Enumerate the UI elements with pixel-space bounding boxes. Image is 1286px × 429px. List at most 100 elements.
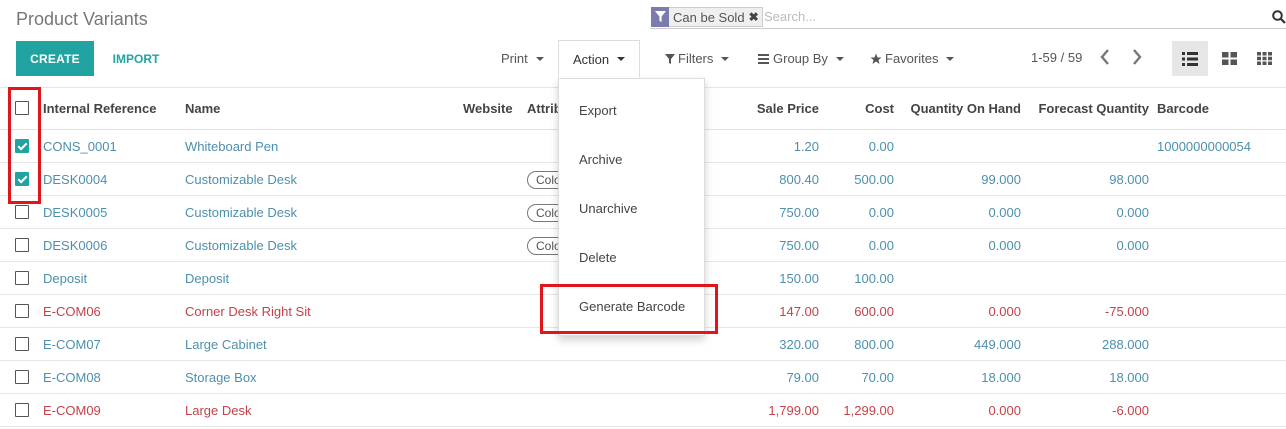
caret-down-icon: [721, 56, 730, 61]
cell-sale-price: 79.00: [786, 370, 819, 385]
menu-item-generate-barcode[interactable]: Generate Barcode: [579, 299, 685, 314]
kanban-view-button[interactable]: [1211, 41, 1247, 76]
cell-forecast-quantity: 288.000: [1102, 337, 1149, 352]
cell-forecast-quantity: 18.000: [1109, 370, 1149, 385]
cell-cost: 0.00: [868, 205, 894, 220]
search-bar[interactable]: Can be Sold ✖: [650, 6, 1286, 29]
cell-forecast-quantity: 0.000: [1116, 238, 1149, 253]
row-checkbox[interactable]: [15, 271, 29, 285]
cell-cost: 0.00: [868, 139, 894, 154]
cell-name: Deposit: [185, 271, 230, 286]
cell-quantity-on-hand: 0.000: [988, 238, 1021, 253]
cell-internal-reference: E-COM08: [43, 370, 101, 385]
select-all-checkbox[interactable]: [15, 101, 29, 115]
cell-quantity-on-hand: 0.000: [988, 403, 1021, 418]
cell-name: Storage Box: [185, 370, 257, 385]
col-internal-reference[interactable]: Internal Reference: [43, 101, 156, 116]
cell-cost: 800.00: [854, 337, 894, 352]
row-checkbox[interactable]: [15, 304, 29, 318]
groupby-dropdown[interactable]: Group By: [758, 41, 844, 76]
search-facet: Can be Sold ✖: [651, 6, 763, 27]
kanban-view-icon: [1221, 52, 1237, 65]
caret-down-icon: [617, 57, 626, 61]
bars-icon: [758, 53, 769, 64]
cell-internal-reference: E-COM09: [43, 403, 101, 418]
cell-name: Customizable Desk: [185, 238, 297, 253]
menu-item-unarchive[interactable]: Unarchive: [579, 201, 638, 216]
cell-quantity-on-hand: 449.000: [974, 337, 1021, 352]
menu-item-delete[interactable]: Delete: [579, 250, 617, 265]
cell-quantity-on-hand: 0.000: [988, 205, 1021, 220]
filter-icon: [651, 6, 669, 27]
col-attributes[interactable]: Attrib: [527, 101, 562, 116]
row-checkbox[interactable]: [15, 337, 29, 351]
row-checkbox[interactable]: [15, 370, 29, 384]
filters-label: Filters: [678, 51, 714, 66]
import-button[interactable]: IMPORT: [100, 41, 172, 76]
col-cost[interactable]: Cost: [865, 101, 894, 116]
grid-view-icon: [1256, 52, 1272, 65]
cell-sale-price: 1.20: [793, 139, 819, 154]
col-quantity-on-hand[interactable]: Quantity On Hand: [911, 101, 1022, 116]
cell-forecast-quantity: 98.000: [1109, 172, 1149, 187]
col-website[interactable]: Website: [463, 101, 513, 116]
cell-cost: 100.00: [854, 271, 894, 286]
list-view-button[interactable]: [1172, 41, 1208, 76]
cell-forecast-quantity: -6.000: [1112, 403, 1149, 418]
close-icon[interactable]: ✖: [749, 10, 762, 24]
row-checkbox[interactable]: [15, 238, 29, 252]
grid-view-button[interactable]: [1246, 41, 1282, 76]
create-button[interactable]: CREATE: [16, 41, 94, 76]
cell-cost: 70.00: [861, 370, 894, 385]
chevron-left-icon[interactable]: [1099, 48, 1111, 69]
menu-item-export[interactable]: Export: [579, 103, 617, 118]
row-checkbox[interactable]: [15, 403, 29, 417]
chevron-right-icon[interactable]: [1131, 48, 1143, 69]
table-row[interactable]: E-COM09 Large Desk 1,799.00 1,299.00 0.000 -6…: [0, 394, 1286, 427]
col-forecast-quantity[interactable]: Forecast Quantity: [1038, 101, 1149, 116]
row-checkbox[interactable]: [15, 205, 29, 219]
cell-internal-reference: E-COM06: [43, 304, 101, 319]
cell-barcode: 1000000000054: [1157, 139, 1251, 154]
cell-name: Whiteboard Pen: [185, 139, 279, 154]
cell-name: Large Cabinet: [185, 337, 267, 352]
action-label: Action: [573, 51, 610, 67]
cell-cost: 0.00: [868, 238, 894, 253]
cell-quantity-on-hand: 99.000: [981, 172, 1021, 187]
search-icon[interactable]: [1272, 10, 1286, 27]
cell-sale-price: 150.00: [779, 271, 819, 286]
favorites-dropdown[interactable]: Favorites: [870, 41, 955, 76]
print-label: Print: [501, 51, 528, 66]
caret-down-icon: [535, 56, 544, 61]
cell-internal-reference: Deposit: [43, 271, 88, 286]
cell-name: Corner Desk Right Sit: [185, 304, 311, 319]
row-checkbox[interactable]: [15, 139, 29, 153]
col-name[interactable]: Name: [185, 101, 220, 116]
filters-dropdown[interactable]: Filters: [665, 41, 730, 76]
caret-down-icon: [946, 56, 955, 61]
cell-cost: 600.00: [854, 304, 894, 319]
cell-internal-reference: DESK0004: [43, 172, 108, 187]
cell-internal-reference: DESK0006: [43, 238, 108, 253]
cell-internal-reference: E-COM07: [43, 337, 101, 352]
cell-name: Customizable Desk: [185, 172, 297, 187]
cell-name: Customizable Desk: [185, 205, 297, 220]
list-view-icon: [1182, 51, 1198, 66]
menu-item-archive[interactable]: Archive: [579, 152, 622, 167]
row-checkbox[interactable]: [15, 172, 29, 186]
action-dropdown[interactable]: Action: [558, 40, 641, 78]
col-barcode[interactable]: Barcode: [1157, 101, 1209, 116]
col-sale-price[interactable]: Sale Price: [757, 101, 819, 116]
pager-value[interactable]: 1-59 / 59: [1031, 50, 1082, 65]
print-dropdown[interactable]: Print: [501, 41, 544, 76]
filter-icon: [665, 53, 675, 64]
cell-sale-price: 1,799.00: [768, 403, 819, 418]
search-input[interactable]: [764, 9, 1244, 24]
cell-sale-price: 750.00: [779, 205, 819, 220]
table-row[interactable]: E-COM08 Storage Box 79.00 70.00 18.000 18.000: [0, 361, 1286, 394]
facet-label: Can be Sold: [673, 9, 745, 25]
cell-forecast-quantity: 0.000: [1116, 205, 1149, 220]
cell-cost: 1,299.00: [843, 403, 894, 418]
cell-cost: 500.00: [854, 172, 894, 187]
cell-quantity-on-hand: 0.000: [988, 304, 1021, 319]
